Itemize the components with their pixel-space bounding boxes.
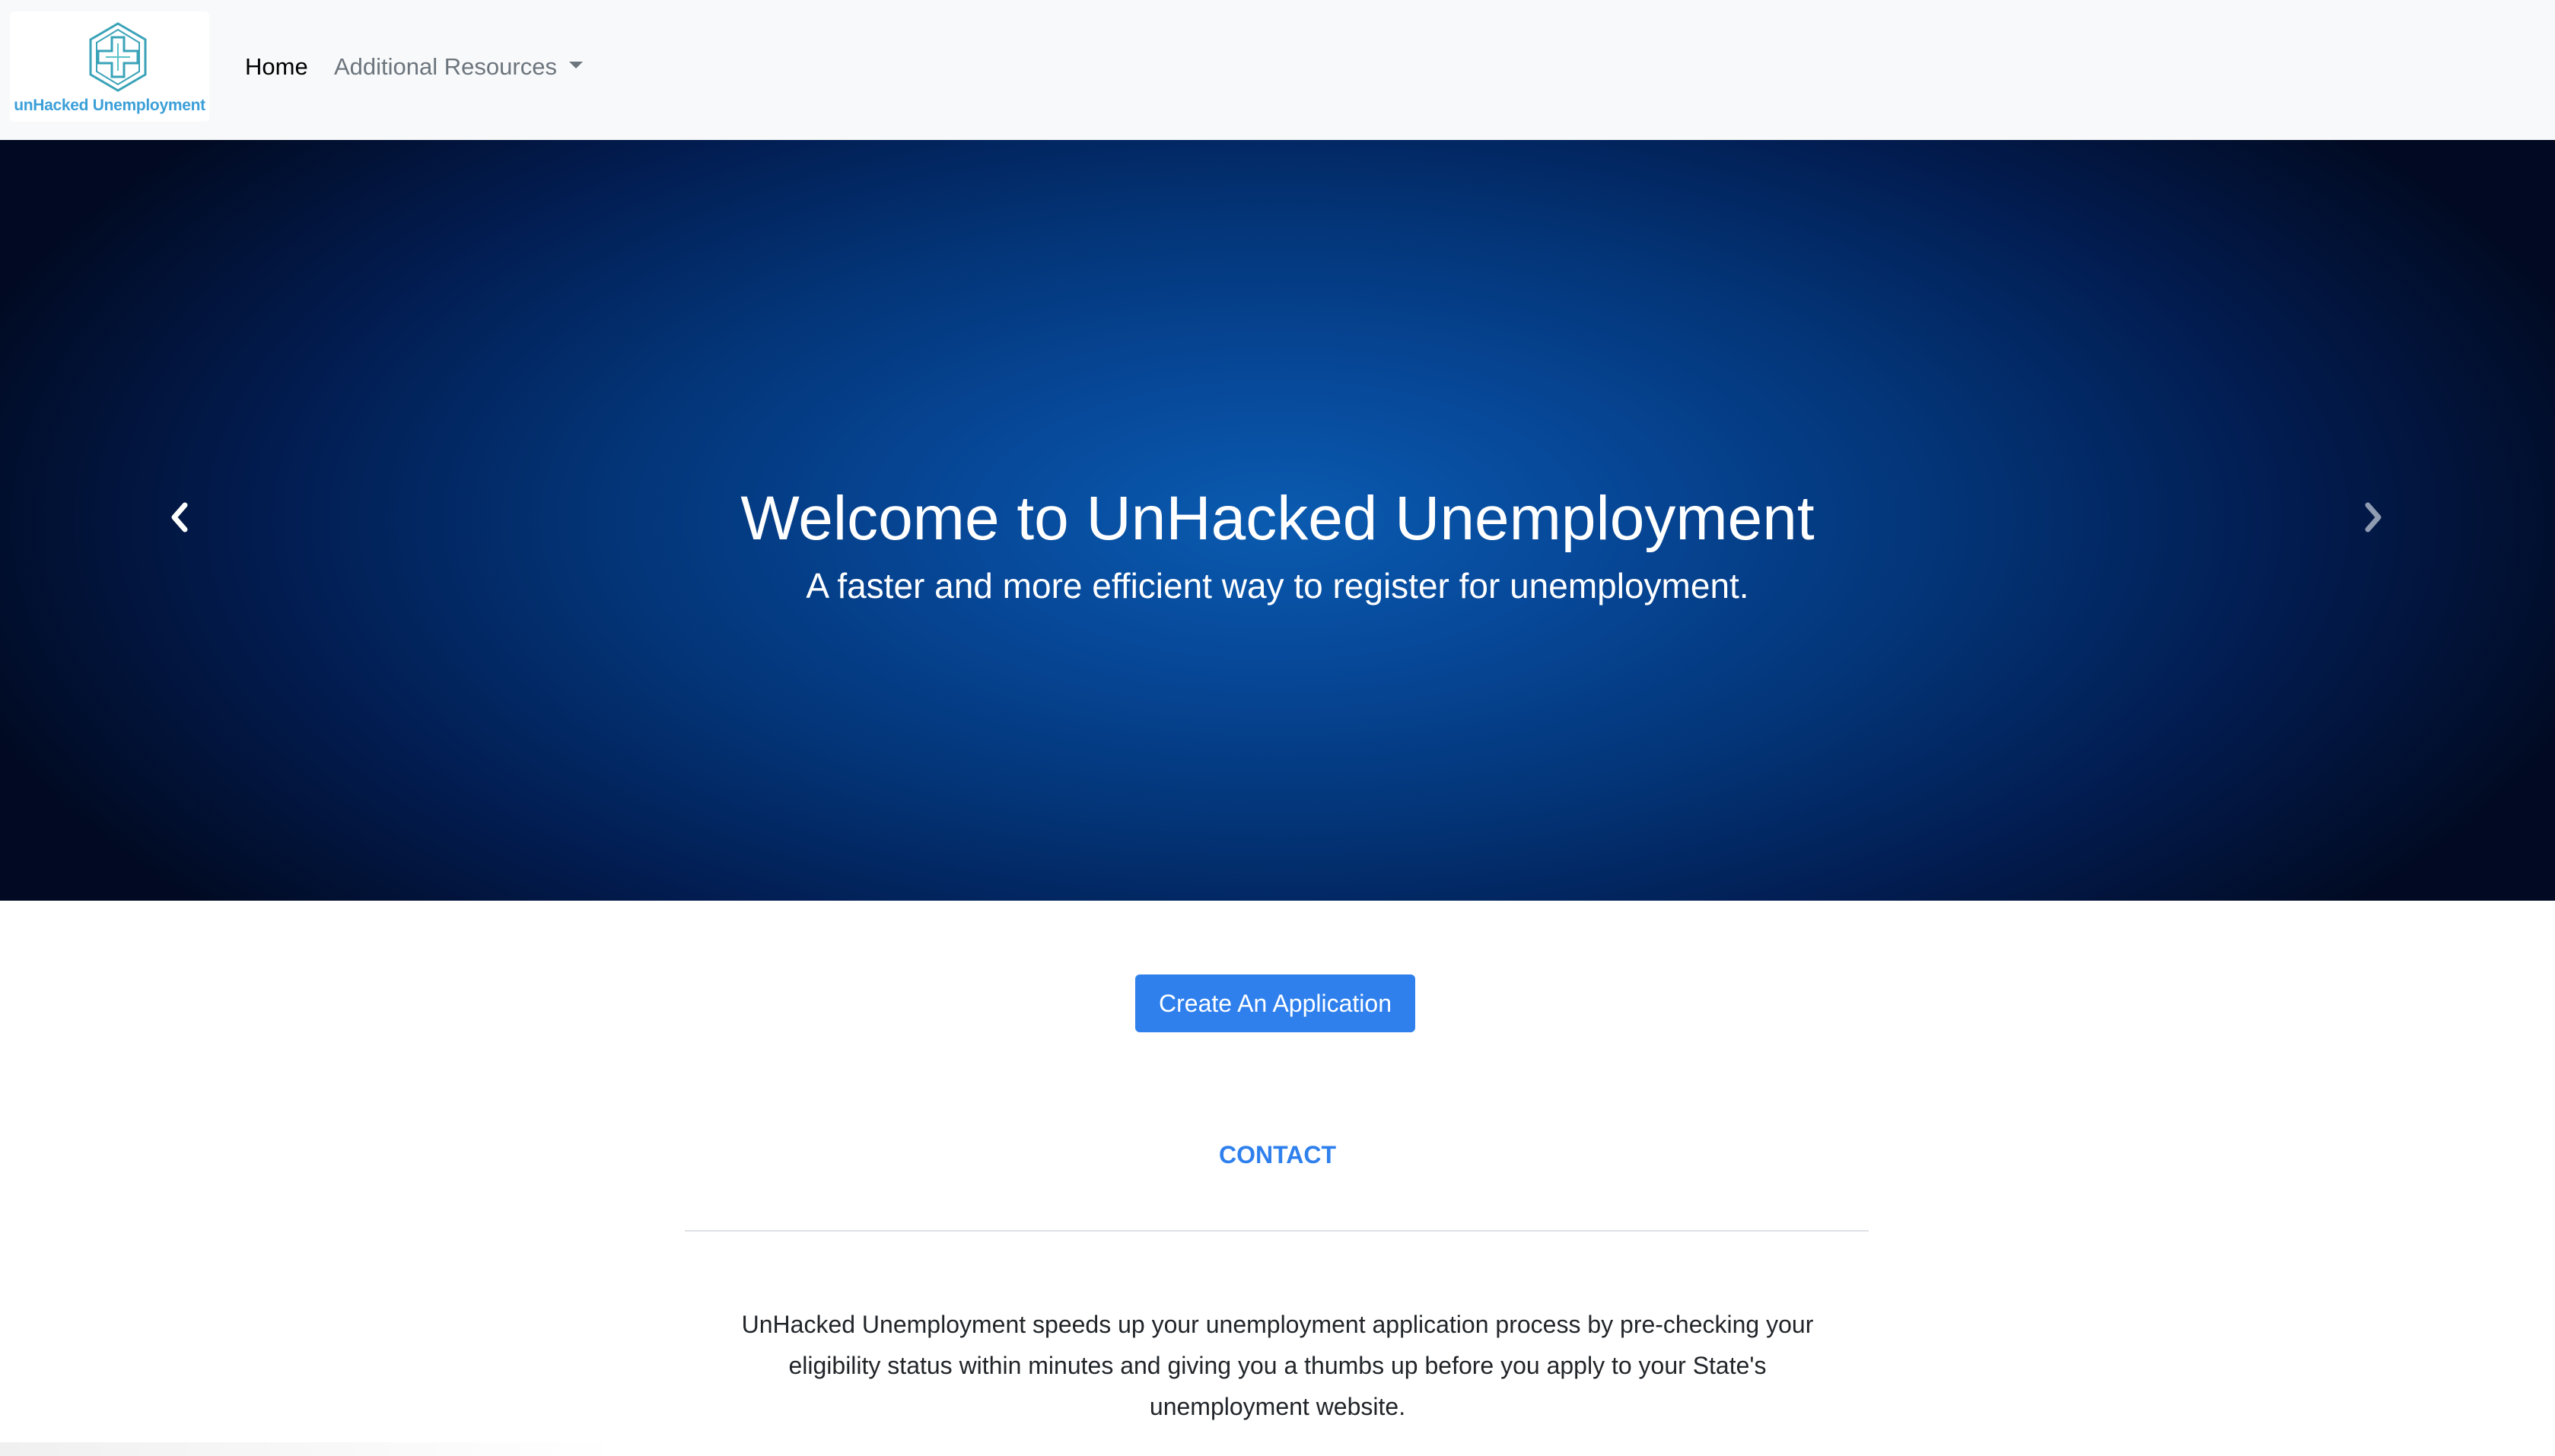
hero-carousel: Welcome to UnHacked Unemployment A faste… bbox=[0, 140, 2555, 901]
nav-link-home[interactable]: Home bbox=[245, 50, 308, 84]
nav-dropdown-additional-resources[interactable]: Additional Resources bbox=[334, 50, 583, 84]
logo-text: unHacked Unemployment bbox=[14, 97, 205, 114]
contact-link[interactable]: CONTACT bbox=[0, 1138, 2555, 1171]
carousel-next-button[interactable] bbox=[2350, 487, 2395, 548]
divider bbox=[685, 1230, 1869, 1232]
logo-icon bbox=[89, 22, 147, 92]
navbar: unHacked Unemployment Home Additional Re… bbox=[0, 0, 2555, 140]
chevron-down-icon bbox=[568, 62, 583, 69]
intro-description: UnHacked Unemployment speeds up your une… bbox=[741, 1311, 1814, 1420]
hero-title: Welcome to UnHacked Unemployment bbox=[740, 484, 1815, 553]
create-application-button[interactable]: Create An Application bbox=[1135, 974, 1415, 1032]
brand-logo[interactable]: unHacked Unemployment bbox=[10, 11, 209, 122]
nav-dropdown-label: Additional Resources bbox=[334, 53, 557, 80]
bottom-shadow bbox=[0, 1442, 624, 1456]
hero-subtitle: A faster and more efficient way to regis… bbox=[806, 566, 1749, 606]
chevron-right-icon bbox=[2365, 502, 2382, 532]
